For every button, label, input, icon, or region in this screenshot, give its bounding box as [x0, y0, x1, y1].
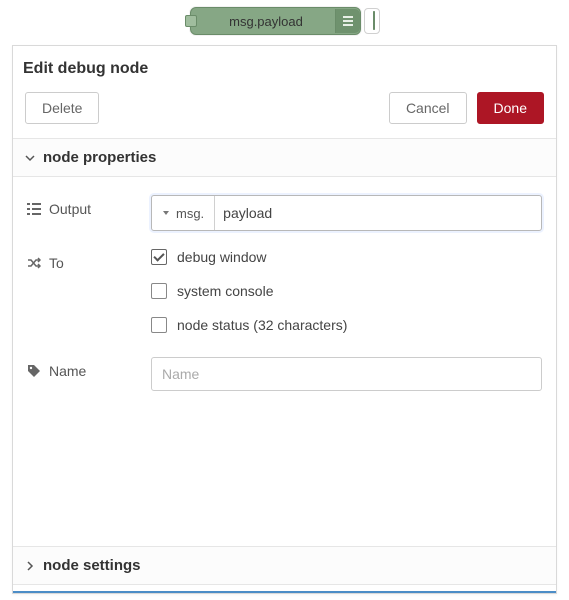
- done-button[interactable]: Done: [477, 92, 544, 124]
- chevron-right-icon: [25, 561, 35, 571]
- section-title-settings: node settings: [43, 557, 141, 574]
- section-title-properties: node properties: [43, 149, 156, 166]
- output-type-select[interactable]: msg.: [152, 196, 215, 230]
- node-label: msg.payload: [197, 14, 335, 29]
- delete-button[interactable]: Delete: [25, 92, 99, 124]
- panel-accent-bar: [13, 591, 556, 593]
- to-label: To: [49, 255, 64, 271]
- section-header-settings[interactable]: node settings: [13, 546, 556, 585]
- section-body-properties: Output msg.: [13, 177, 556, 546]
- output-value-input[interactable]: [215, 196, 541, 230]
- name-label: Name: [49, 363, 86, 379]
- output-type-label: msg.: [176, 206, 204, 221]
- edit-panel: Edit debug node Delete Cancel Done node …: [12, 45, 557, 594]
- node-input-port[interactable]: [185, 15, 197, 27]
- output-label: Output: [49, 201, 91, 217]
- cancel-button[interactable]: Cancel: [389, 92, 467, 124]
- node-status-label: node status (32 characters): [177, 317, 347, 333]
- node-status-toggle[interactable]: [364, 8, 380, 34]
- tag-icon: [27, 364, 41, 378]
- name-input[interactable]: [151, 357, 542, 391]
- output-typed-input[interactable]: msg.: [151, 195, 542, 231]
- debug-node[interactable]: msg.payload: [190, 6, 380, 36]
- system-console-label: system console: [177, 283, 273, 299]
- list-icon: [27, 202, 41, 216]
- debug-window-checkbox[interactable]: [151, 249, 167, 265]
- section-header-properties[interactable]: node properties: [13, 139, 556, 177]
- caret-down-icon: [162, 209, 170, 217]
- node-status-checkbox[interactable]: [151, 317, 167, 333]
- system-console-checkbox[interactable]: [151, 283, 167, 299]
- shuffle-icon: [27, 256, 41, 270]
- debug-icon: [335, 9, 360, 33]
- panel-title: Edit debug node: [13, 46, 556, 88]
- chevron-down-icon: [25, 153, 35, 163]
- debug-window-label: debug window: [177, 249, 267, 265]
